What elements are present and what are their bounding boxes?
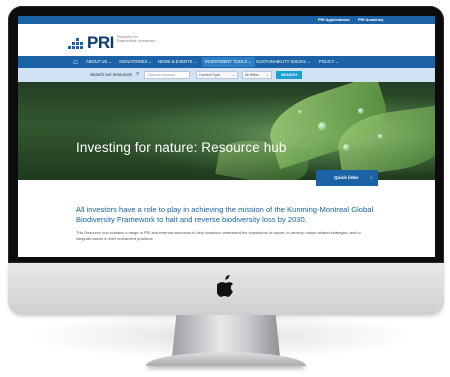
site-header: PRI Principles for Responsible Investmen…: [18, 24, 435, 56]
water-drop: [378, 134, 383, 139]
screen: PRI Applications PRI Academy PRI Princip…: [18, 16, 435, 257]
all-filters-select[interactable]: All filters ⌄: [242, 71, 272, 79]
pri-logo-subtitle: Principles for Responsible Investment: [117, 35, 156, 44]
pri-applications-link[interactable]: PRI Applications: [318, 17, 350, 22]
hero-title: Investing for nature: Resource hub: [76, 140, 287, 155]
water-drop: [318, 122, 327, 131]
water-drop: [358, 108, 364, 114]
all-filters-label: All filters: [245, 73, 259, 77]
pri-academy-link[interactable]: PRI Academy: [358, 17, 383, 22]
intro-body: This Resource hub contains a range of PR…: [76, 230, 361, 241]
nav-signatories[interactable]: SIGNATORIES ⌄: [119, 59, 152, 65]
keyword-search-input[interactable]: Optional keyword: [144, 71, 190, 79]
search-label: Search our resources: [90, 72, 132, 77]
nav-sustainability-issues[interactable]: SUSTAINABILITY ISSUES ⌄: [256, 59, 311, 65]
apple-logo-icon: [217, 275, 233, 297]
water-drop: [343, 144, 350, 151]
resource-search-bar: Search our resources ⌕ Optional keyword …: [18, 68, 435, 82]
search-icon: ⌕: [136, 71, 140, 77]
nav-policy[interactable]: POLICY ⌄: [319, 59, 339, 65]
nav-news-events[interactable]: NEWS & EVENTS ⌄: [158, 59, 197, 65]
pri-logo-text[interactable]: PRI: [87, 34, 114, 51]
quick-links-button[interactable]: Quick links ›: [316, 170, 378, 186]
content-type-label: Content Type: [199, 73, 221, 77]
chevron-down-icon: ⌄: [265, 73, 269, 77]
search-button[interactable]: SEARCH: [276, 71, 302, 79]
hero-banner: Investing for nature: Resource hub: [18, 82, 435, 180]
content-type-select[interactable]: Content Type ⌄: [196, 71, 238, 79]
nav-about-us[interactable]: ABOUT US ⌄: [86, 59, 112, 65]
nav-investment-tools[interactable]: INVESTMENT TOOLS ⌄: [202, 57, 255, 67]
home-icon[interactable]: ⌂: [73, 57, 78, 67]
chevron-right-icon: ›: [370, 175, 372, 180]
quick-links-label: Quick links: [334, 175, 359, 180]
utility-bar: PRI Applications PRI Academy: [18, 16, 435, 24]
water-drop: [298, 110, 302, 114]
chevron-down-icon: ⌄: [231, 73, 235, 77]
intro-heading: All investors have a role to play in ach…: [76, 205, 374, 224]
main-navigation: ⌂ ABOUT US ⌄ SIGNATORIES ⌄ NEWS & EVENTS…: [18, 56, 435, 68]
pri-logo-mark-icon[interactable]: [68, 38, 86, 52]
monitor-chin: [8, 263, 444, 315]
monitor-stand-neck: [172, 315, 280, 357]
